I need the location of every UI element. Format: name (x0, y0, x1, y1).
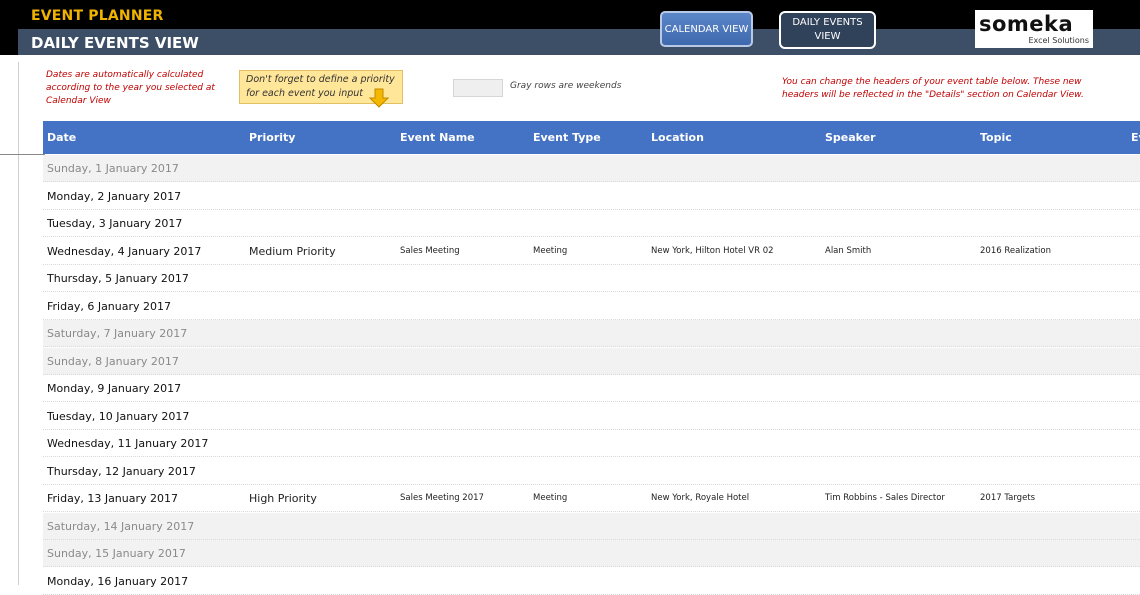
speaker-cell[interactable]: Tim Robbins - Sales Director (825, 493, 945, 503)
table-row[interactable]: Monday, 16 January 2017 (43, 567, 1140, 595)
top-bar: EVENT PLANNER DAILY EVENTS VIEW CALENDAR… (0, 0, 1140, 55)
table-row[interactable]: Wednesday, 11 January 2017 (43, 430, 1140, 457)
dates-note: Dates are automatically calculated accor… (46, 70, 215, 106)
priority-cell[interactable]: Medium Priority (249, 245, 336, 258)
date-cell[interactable]: Sunday, 1 January 2017 (47, 162, 179, 175)
date-cell[interactable]: Tuesday, 10 January 2017 (47, 410, 189, 423)
headers-note: You can change the headers of your event… (782, 77, 1084, 100)
app-title: EVENT PLANNER (31, 8, 164, 24)
table-row[interactable]: Friday, 13 January 2017 High Priority Sale… (43, 485, 1140, 512)
date-cell[interactable]: Sunday, 8 January 2017 (47, 355, 179, 368)
sheet-left-border (18, 62, 19, 585)
table-row[interactable]: Monday, 2 January 2017 (43, 182, 1140, 210)
column-header-date[interactable]: Date (47, 131, 76, 144)
logo-wordmark: someka (979, 12, 1074, 36)
calendar-view-button[interactable]: CALENDAR VIEW (660, 11, 753, 47)
column-header-event-name[interactable]: Event Name (400, 131, 475, 144)
column-header-ev[interactable]: Ev (1131, 131, 1140, 144)
table-row[interactable]: Friday, 6 January 2017 (43, 292, 1140, 320)
page-title: DAILY EVENTS VIEW (31, 34, 199, 52)
date-cell[interactable]: Monday, 16 January 2017 (47, 575, 188, 588)
view-title-band: DAILY EVENTS VIEW (18, 29, 1140, 55)
table-row[interactable]: Wednesday, 4 January 2017 Medium Priority… (43, 237, 1140, 265)
date-cell[interactable]: Saturday, 14 January 2017 (47, 520, 194, 533)
date-cell[interactable]: Friday, 13 January 2017 (47, 492, 178, 505)
date-cell[interactable]: Wednesday, 11 January 2017 (47, 437, 208, 450)
logo-tagline: Excel Solutions (1028, 36, 1090, 45)
priority-cell[interactable]: High Priority (249, 492, 317, 505)
column-header-location[interactable]: Location (651, 131, 704, 144)
table-row[interactable]: Saturday, 14 January 2017 (43, 512, 1140, 540)
event-type-cell[interactable]: Meeting (533, 246, 567, 256)
date-cell[interactable]: Monday, 9 January 2017 (47, 382, 181, 395)
column-header-priority[interactable]: Priority (249, 131, 295, 144)
location-cell[interactable]: New York, Hilton Hotel VR 02 (651, 246, 774, 256)
table-row[interactable]: Sunday, 15 January 2017 (43, 540, 1140, 567)
date-cell[interactable]: Thursday, 5 January 2017 (47, 272, 189, 285)
date-cell[interactable]: Saturday, 7 January 2017 (47, 327, 187, 340)
table-row[interactable]: Monday, 9 January 2017 (43, 375, 1140, 402)
table-row[interactable]: Sunday, 8 January 2017 (43, 347, 1140, 375)
topic-cell[interactable]: 2017 Targets (980, 493, 1035, 503)
daily-events-view-button[interactable]: DAILY EVENTS VIEW (779, 11, 876, 49)
table-row[interactable]: Saturday, 7 January 2017 (43, 320, 1140, 347)
event-name-cell[interactable]: Sales Meeting 2017 (400, 493, 484, 503)
arrow-down-icon (369, 88, 389, 108)
topic-cell[interactable]: 2016 Realization (980, 246, 1051, 256)
event-type-cell[interactable]: Meeting (533, 493, 567, 503)
date-cell[interactable]: Sunday, 15 January 2017 (47, 547, 186, 560)
weekend-color-swatch (453, 79, 503, 97)
table-row[interactable]: Tuesday, 10 January 2017 (43, 402, 1140, 430)
gray-rows-note: Gray rows are weekends (510, 81, 622, 91)
column-header-topic[interactable]: Topic (980, 131, 1012, 144)
speaker-cell[interactable]: Alan Smith (825, 246, 871, 256)
sheet-row-divider (0, 154, 45, 155)
table-row[interactable]: Thursday, 5 January 2017 (43, 265, 1140, 292)
table-row[interactable]: Tuesday, 3 January 2017 (43, 210, 1140, 237)
date-cell[interactable]: Tuesday, 3 January 2017 (47, 217, 182, 230)
table-header: Date Priority Event Name Event Type Loca… (43, 121, 1140, 154)
column-header-speaker[interactable]: Speaker (825, 131, 876, 144)
table-row[interactable]: Sunday, 1 January 2017 (43, 155, 1140, 182)
date-cell[interactable]: Friday, 6 January 2017 (47, 300, 171, 313)
event-name-cell[interactable]: Sales Meeting (400, 246, 460, 256)
column-header-event-type[interactable]: Event Type (533, 131, 601, 144)
date-cell[interactable]: Thursday, 12 January 2017 (47, 465, 196, 478)
someka-logo: someka Excel Solutions (975, 10, 1093, 48)
date-cell[interactable]: Monday, 2 January 2017 (47, 190, 181, 203)
location-cell[interactable]: New York, Royale Hotel (651, 493, 749, 503)
date-cell[interactable]: Wednesday, 4 January 2017 (47, 245, 201, 258)
table-row[interactable]: Thursday, 12 January 2017 (43, 457, 1140, 485)
